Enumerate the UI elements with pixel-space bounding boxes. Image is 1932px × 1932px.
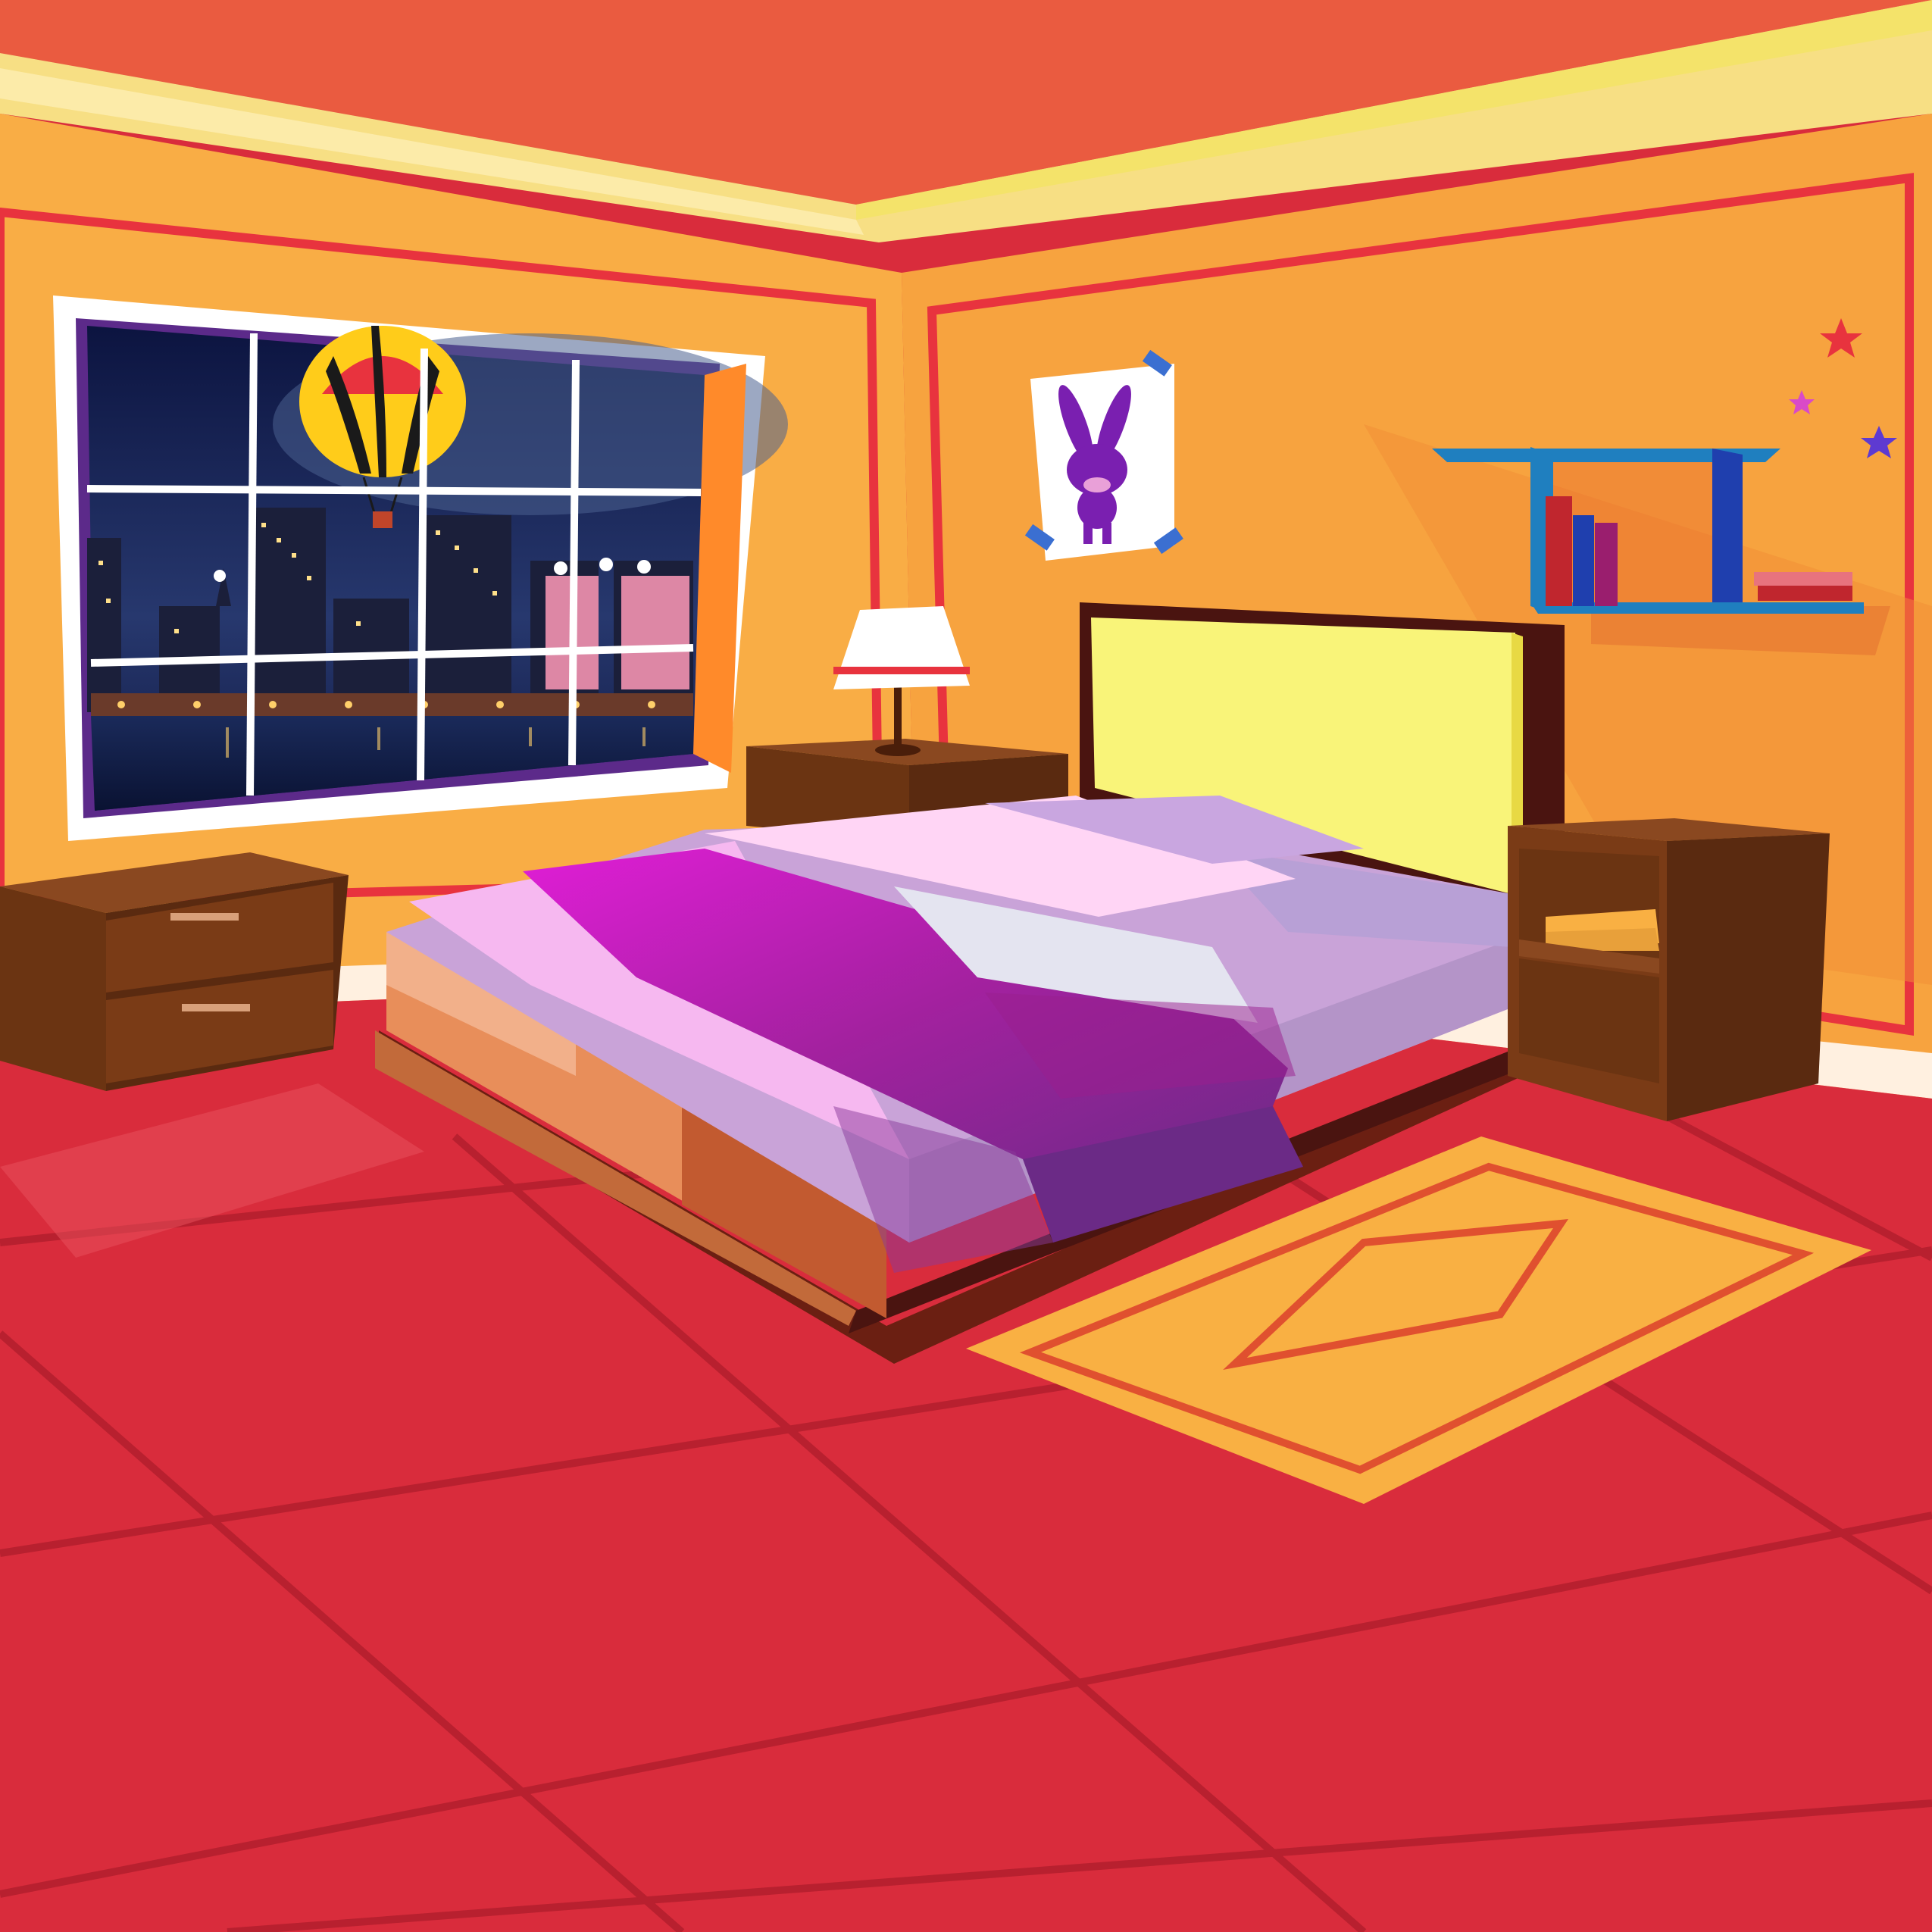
city-view bbox=[87, 326, 788, 811]
bedroom-scene bbox=[0, 0, 1932, 1932]
window bbox=[53, 295, 788, 841]
left-nightstand bbox=[0, 852, 349, 1091]
right-nightstand bbox=[1508, 818, 1830, 1121]
bunny-poster-icon bbox=[1024, 349, 1183, 561]
